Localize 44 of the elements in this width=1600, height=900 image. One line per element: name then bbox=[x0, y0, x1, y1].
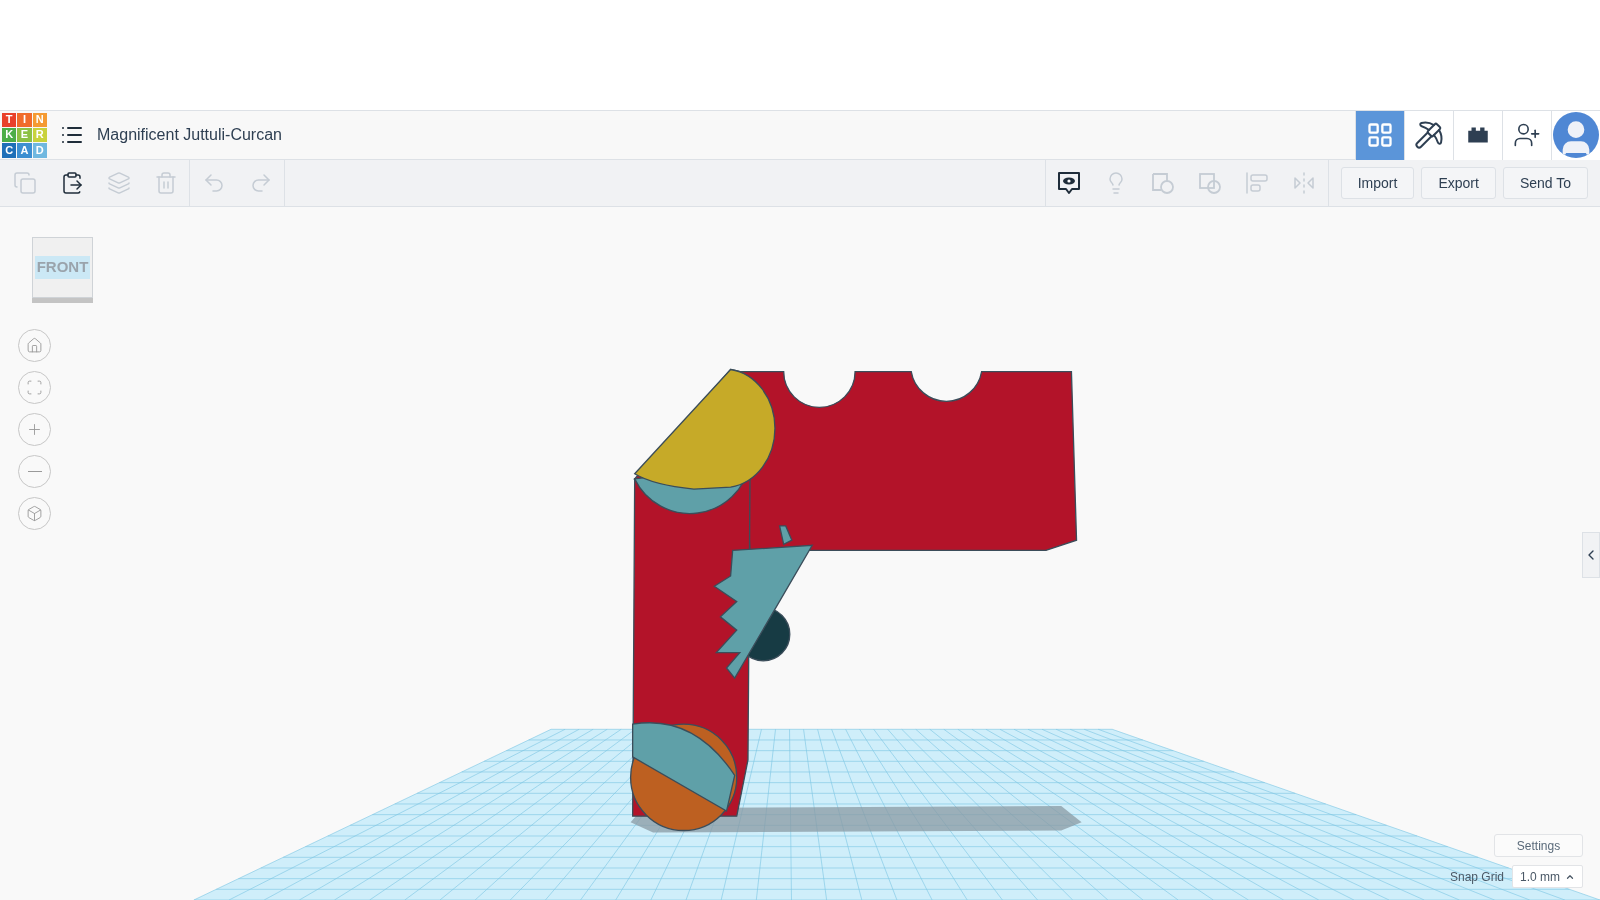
mirror-icon bbox=[1292, 171, 1317, 195]
fit-view-icon bbox=[26, 379, 43, 396]
nav-button[interactable] bbox=[1453, 110, 1502, 160]
view-control-button[interactable] bbox=[18, 371, 51, 404]
user-avatar[interactable] bbox=[1551, 110, 1600, 160]
settings-button[interactable]: Settings bbox=[1494, 834, 1583, 857]
nav-button[interactable] bbox=[1502, 110, 1551, 160]
grid-icon bbox=[1366, 121, 1394, 149]
logo-letter: A bbox=[17, 143, 32, 158]
home-icon bbox=[26, 337, 43, 354]
logo-letter: K bbox=[2, 127, 17, 143]
toolbar-text-button[interactable]: Export bbox=[1421, 167, 1496, 199]
group-shapes-icon bbox=[1150, 170, 1177, 196]
logo-letter: D bbox=[32, 143, 47, 158]
toolbar-text-button[interactable]: Import bbox=[1340, 167, 1415, 199]
view-control-button[interactable] bbox=[18, 497, 51, 530]
view-control-button[interactable] bbox=[18, 413, 51, 446]
snap-grid-dropdown[interactable]: 1.0 mm bbox=[1512, 865, 1583, 888]
logo-letter: I bbox=[17, 112, 32, 127]
ungroup-shapes-icon bbox=[1197, 170, 1224, 196]
snap-grid-label: Snap Grid bbox=[1449, 868, 1504, 886]
tinkercad-logo[interactable]: T I N K E R C A D bbox=[2, 112, 47, 158]
logo-letter: N bbox=[32, 112, 47, 127]
panel-collapse-tab[interactable] bbox=[1582, 532, 1600, 578]
align-icon bbox=[1245, 171, 1270, 195]
logo-letter: E bbox=[17, 127, 32, 143]
eye-speech-bubble-icon bbox=[1056, 170, 1083, 196]
logo-letter: C bbox=[2, 143, 17, 158]
cube-icon bbox=[26, 505, 43, 522]
view-cube-base bbox=[32, 298, 93, 303]
copy-icon bbox=[12, 171, 37, 195]
logo-letter: R bbox=[32, 127, 47, 143]
toolbar-text-button[interactable]: Send To bbox=[1502, 167, 1588, 199]
trash-icon bbox=[153, 171, 178, 195]
pickaxe-icon bbox=[1414, 120, 1444, 150]
project-title[interactable]: Magnificent Juttuli-Curcan bbox=[97, 123, 282, 147]
duplicate-icon bbox=[106, 171, 131, 195]
logo-letter: T bbox=[2, 112, 17, 127]
view-control-button[interactable] bbox=[18, 329, 51, 362]
view-control-button[interactable] bbox=[18, 455, 51, 488]
nav-button[interactable] bbox=[1404, 110, 1453, 160]
zoom-in-icon bbox=[26, 421, 43, 438]
add-user-icon bbox=[1513, 121, 1541, 149]
zoom-out-icon bbox=[27, 470, 42, 473]
